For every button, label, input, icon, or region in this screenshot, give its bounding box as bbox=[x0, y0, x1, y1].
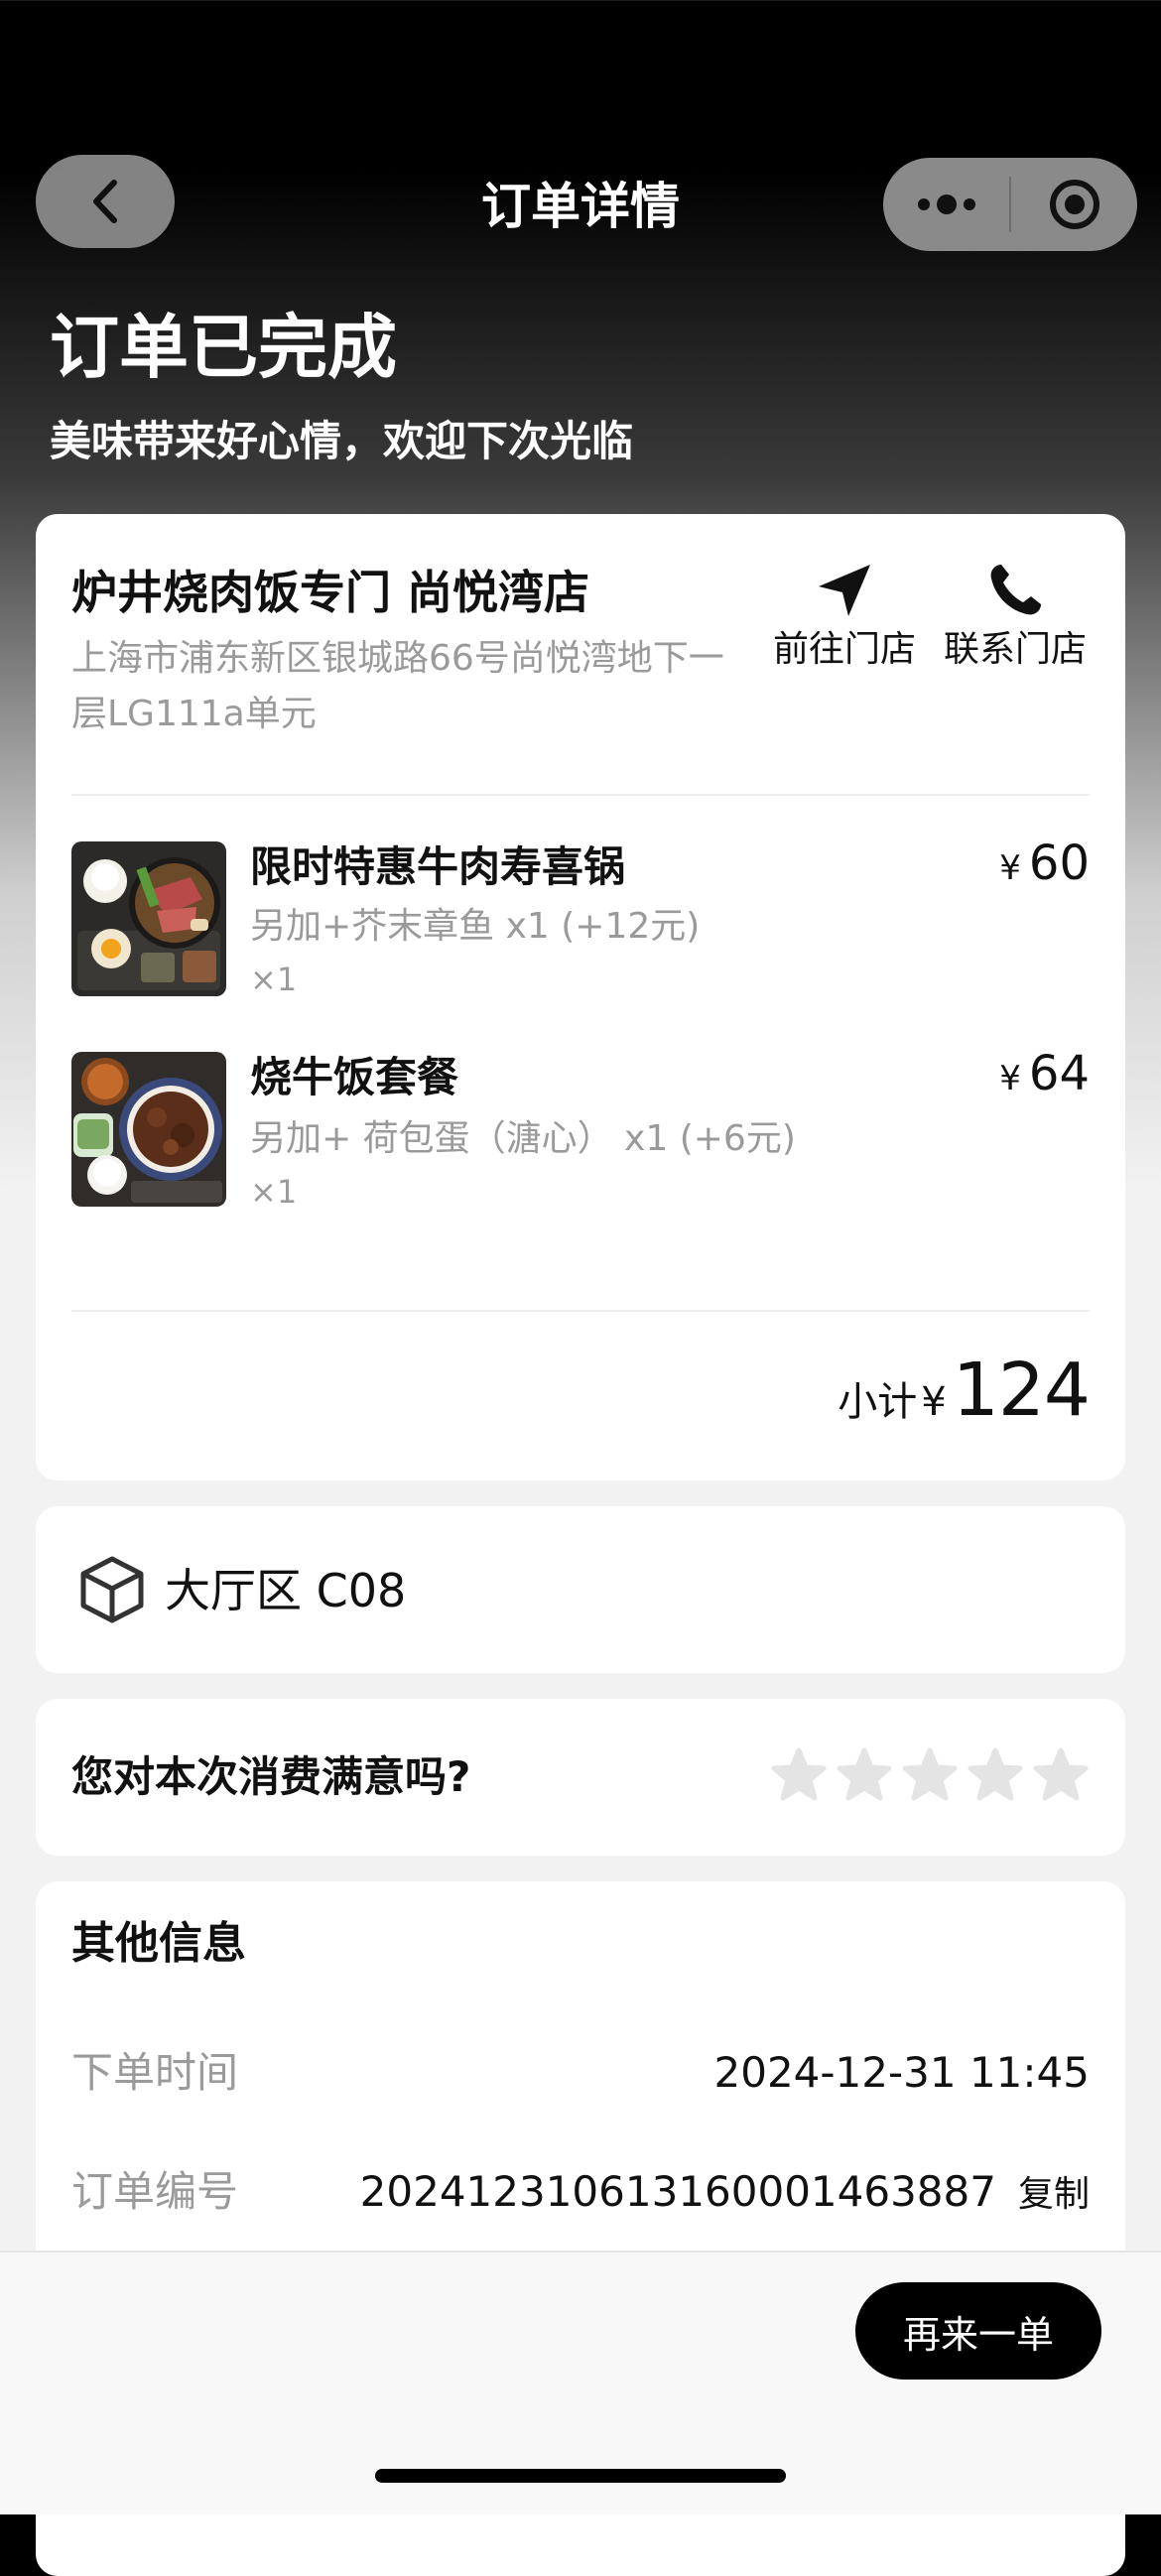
other-info-title: 其他信息 bbox=[71, 1918, 246, 1969]
item-option: 另加+芥末章鱼 x1 (+12元) bbox=[250, 906, 701, 947]
item-thumbnail-beef-rice bbox=[71, 1052, 226, 1207]
close-mini-program-button[interactable] bbox=[1011, 158, 1137, 251]
item-price: ¥60 bbox=[999, 834, 1090, 898]
star-icon[interactable] bbox=[836, 1746, 893, 1804]
mini-program-capsule bbox=[883, 158, 1137, 251]
item-price: ¥64 bbox=[999, 1044, 1090, 1108]
more-dots-icon bbox=[917, 194, 975, 214]
currency-symbol: ¥ bbox=[999, 1059, 1021, 1098]
target-circle-icon bbox=[1049, 180, 1099, 229]
item-price-value: 60 bbox=[1028, 836, 1090, 891]
home-indicator bbox=[375, 2469, 786, 2483]
cube-icon bbox=[80, 1556, 144, 1623]
order-time-value: 2024-12-31 11:45 bbox=[713, 2048, 1090, 2097]
item-quantity: ×1 bbox=[250, 1173, 298, 1211]
item-thumbnail-sukiyaki bbox=[71, 841, 226, 996]
rating-card: 您对本次消费满意吗? bbox=[36, 1699, 1125, 1856]
copy-order-number-button[interactable]: 复制 bbox=[1018, 2174, 1090, 2215]
divider bbox=[71, 1310, 1090, 1312]
item-name: 烧牛饭套餐 bbox=[250, 1053, 459, 1101]
table-card: 大厅区 C08 bbox=[36, 1506, 1125, 1673]
star-icon[interactable] bbox=[967, 1746, 1024, 1804]
divider bbox=[71, 794, 1090, 796]
subtotal-label: 小计 bbox=[838, 1379, 918, 1425]
order-number-value: 202412310613160001463887 bbox=[359, 2167, 996, 2216]
call-store-button[interactable]: 联系门店 bbox=[931, 556, 1099, 675]
rating-stars[interactable] bbox=[770, 1746, 1090, 1804]
order-number-label: 订单编号 bbox=[71, 2167, 239, 2216]
subtotal: 小计 ¥124 bbox=[838, 1348, 1091, 1433]
currency-symbol: ¥ bbox=[999, 848, 1021, 888]
table-location: 大厅区 C08 bbox=[165, 1564, 407, 1617]
order-status-subtitle: 美味带来好心情，欢迎下次光临 bbox=[50, 417, 634, 465]
order-card: 炉井烧肉饭专门 尚悦湾店 上海市浦东新区银城路66号尚悦湾地下一层LG111a单… bbox=[36, 514, 1125, 1481]
order-time-label: 下单时间 bbox=[71, 2048, 239, 2097]
navigate-store-button[interactable]: 前往门店 bbox=[760, 556, 929, 675]
more-button[interactable] bbox=[883, 158, 1009, 251]
star-icon[interactable] bbox=[770, 1746, 828, 1804]
star-icon[interactable] bbox=[901, 1746, 959, 1804]
item-price-value: 64 bbox=[1028, 1046, 1090, 1101]
item-name: 限时特惠牛肉寿喜锅 bbox=[250, 842, 626, 891]
satisfaction-question: 您对本次消费满意吗? bbox=[71, 1752, 471, 1801]
reorder-button[interactable]: 再来一单 bbox=[855, 2282, 1101, 2380]
star-icon[interactable] bbox=[1032, 1746, 1090, 1804]
currency-symbol: ¥ bbox=[921, 1379, 947, 1425]
store-name: 炉井烧肉饭专门 尚悦湾店 bbox=[71, 566, 590, 619]
navigate-store-label: 前往门店 bbox=[772, 629, 916, 670]
store-address: 上海市浦东新区银城路66号尚悦湾地下一层LG111a单元 bbox=[71, 638, 724, 734]
navigation-arrow-icon bbox=[819, 565, 870, 616]
item-option: 另加+ 荷包蛋（溏心） x1 (+6元) bbox=[250, 1118, 796, 1159]
call-store-label: 联系门店 bbox=[943, 629, 1087, 670]
order-status-title: 订单已完成 bbox=[50, 307, 397, 388]
order-number-row: 202412310613160001463887 复制 bbox=[360, 2159, 1090, 2228]
phone-icon bbox=[990, 565, 1041, 615]
item-quantity: ×1 bbox=[250, 961, 298, 998]
subtotal-value: 124 bbox=[952, 1348, 1091, 1433]
